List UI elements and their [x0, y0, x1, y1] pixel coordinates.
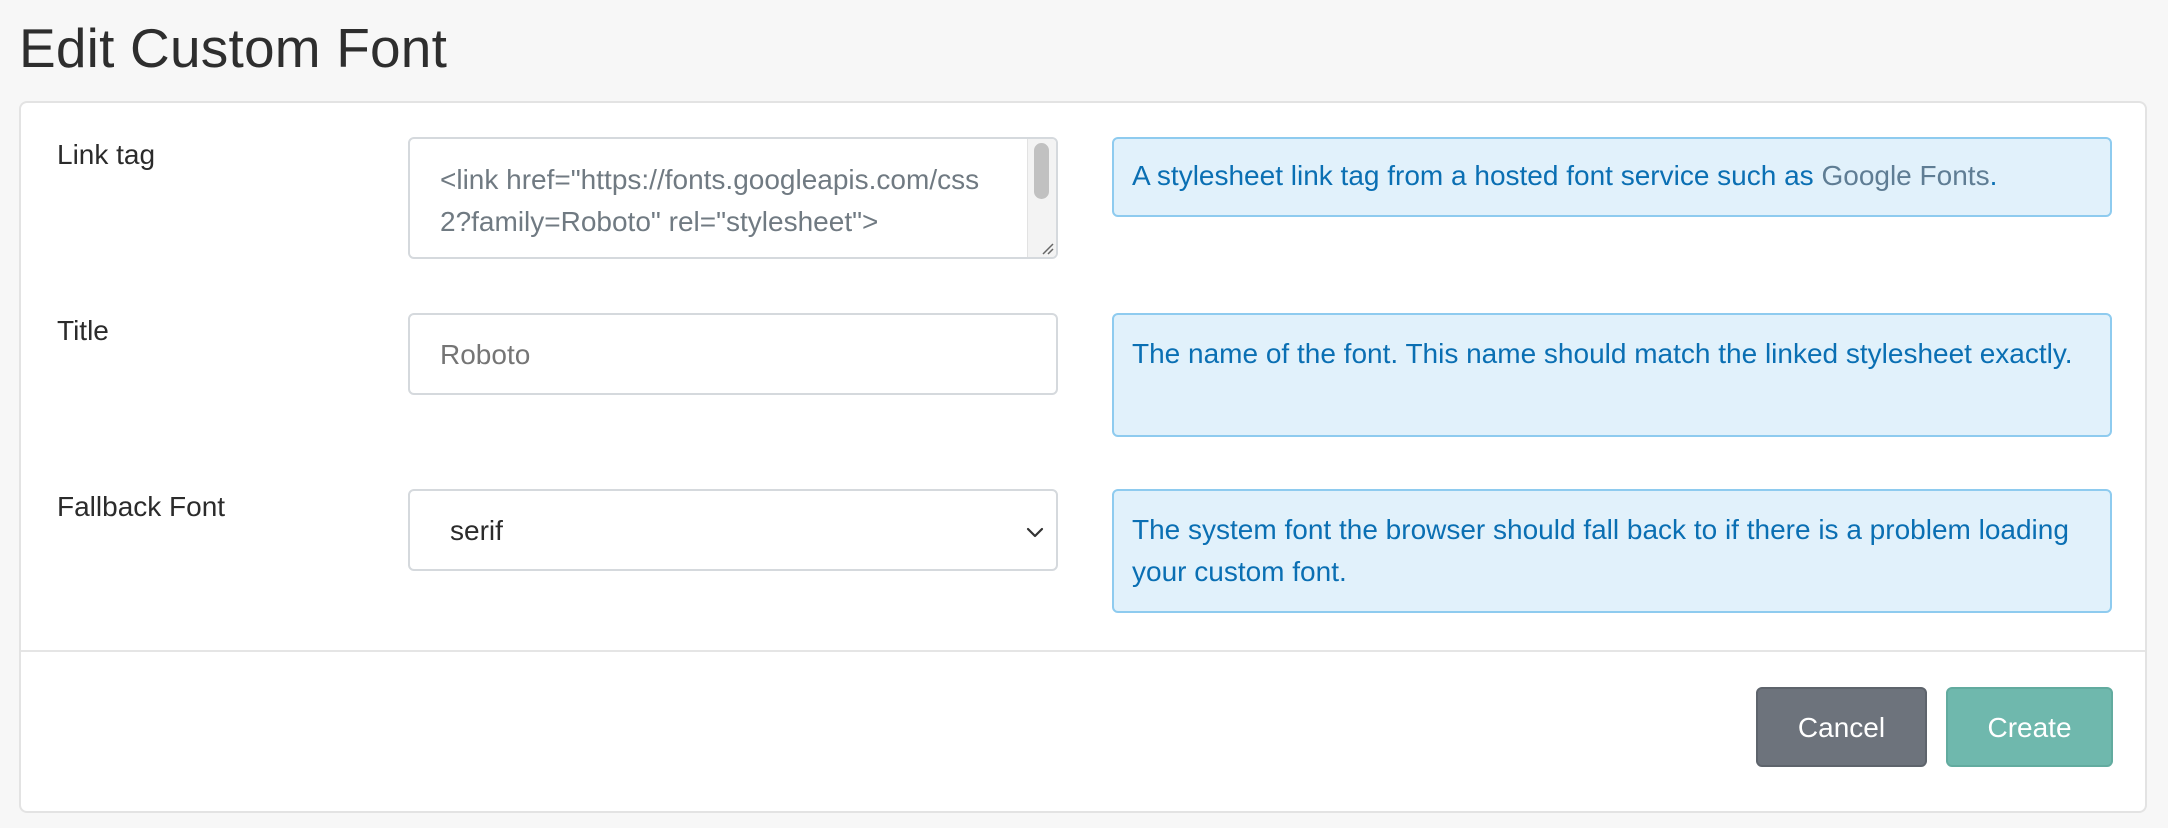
create-button[interactable]: Create	[1946, 687, 2113, 767]
link-tag-label: Link tag	[57, 139, 156, 170]
chevron-down-icon[interactable]	[1024, 521, 1046, 543]
link-tag-value[interactable]: <link href="https://fonts.googleapis.com…	[440, 159, 1010, 243]
page-title: Edit Custom Font	[19, 17, 448, 79]
font-form-card: Link tag <link href="https://fonts.googl…	[19, 101, 2147, 813]
resize-grip-icon[interactable]	[1038, 239, 1054, 255]
fallback-font-label: Fallback Font	[57, 491, 226, 522]
title-input[interactable]	[440, 335, 1000, 375]
link-tag-help: A stylesheet link tag from a hosted font…	[1112, 137, 2112, 217]
fallback-font-select[interactable]: serif	[408, 489, 1058, 571]
textarea-scroll-thumb[interactable]	[1034, 143, 1049, 199]
cancel-button[interactable]: Cancel	[1756, 687, 1927, 767]
title-field[interactable]	[408, 313, 1058, 395]
link-tag-help-text: A stylesheet link tag from a hosted font…	[1132, 160, 1822, 191]
link-tag-help-suffix: .	[1989, 160, 1998, 191]
title-help: The name of the font. This name should m…	[1112, 313, 2112, 437]
footer-divider	[21, 650, 2145, 652]
title-label: Title	[57, 315, 109, 346]
fallback-font-help: The system font the browser should fall …	[1112, 489, 2112, 613]
google-fonts-link[interactable]: Google Fonts	[1821, 160, 1989, 191]
fallback-font-selected-value[interactable]: serif	[450, 511, 503, 551]
link-tag-textarea[interactable]: <link href="https://fonts.googleapis.com…	[408, 137, 1058, 259]
